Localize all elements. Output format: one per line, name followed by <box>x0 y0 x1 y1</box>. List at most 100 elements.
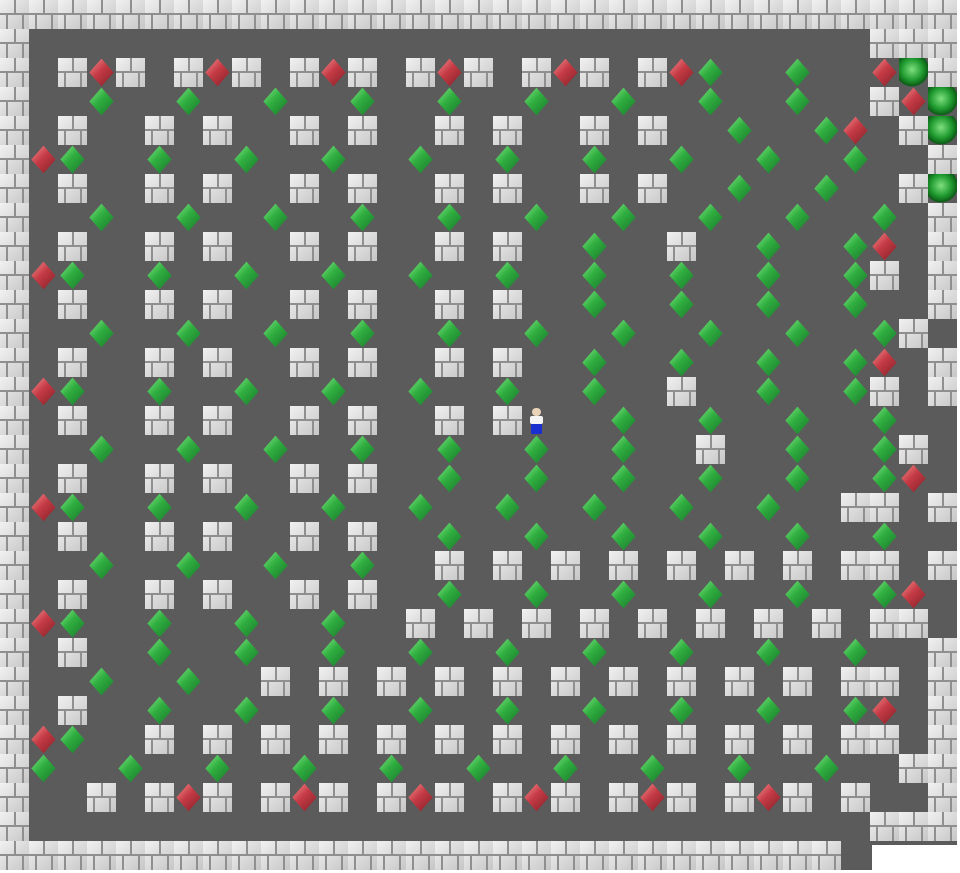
floor-tile <box>899 406 928 435</box>
floor-tile <box>580 522 609 551</box>
wall-tile <box>203 580 232 609</box>
floor-tile <box>580 725 609 754</box>
floor-tile <box>754 435 783 464</box>
floor-tile <box>812 406 841 435</box>
floor-tile <box>116 232 145 261</box>
wall-tile <box>870 812 899 841</box>
floor-tile <box>377 348 406 377</box>
wall-tile <box>377 725 406 754</box>
wall-tile <box>290 232 319 261</box>
floor-tile <box>232 812 261 841</box>
wall-tile <box>754 609 783 638</box>
floor-tile <box>232 783 261 812</box>
floor-tile <box>667 116 696 145</box>
floor-tile <box>841 754 870 783</box>
floor-tile <box>667 406 696 435</box>
floor-tile <box>638 87 667 116</box>
wall-tile <box>551 783 580 812</box>
floor-tile <box>116 522 145 551</box>
floor-tile <box>899 290 928 319</box>
wall-tile <box>725 841 754 870</box>
floor-tile <box>783 638 812 667</box>
floor-tile <box>696 377 725 406</box>
wall-tile <box>435 0 464 29</box>
floor-tile <box>203 435 232 464</box>
floor-tile <box>464 232 493 261</box>
wall-tile <box>261 841 290 870</box>
floor-tile <box>899 232 928 261</box>
floor-tile <box>145 812 174 841</box>
floor-tile <box>725 464 754 493</box>
wall-tile <box>145 232 174 261</box>
floor-tile <box>406 464 435 493</box>
floor-tile <box>29 87 58 116</box>
sokoban-game[interactable] <box>0 0 960 873</box>
floor-tile <box>116 783 145 812</box>
wall-tile <box>493 232 522 261</box>
floor-tile <box>783 29 812 58</box>
wall-tile <box>522 609 551 638</box>
wall-tile <box>899 29 928 58</box>
floor-tile <box>464 725 493 754</box>
floor-tile <box>493 29 522 58</box>
wall-tile <box>116 841 145 870</box>
floor-tile <box>754 551 783 580</box>
floor-tile <box>464 667 493 696</box>
floor-tile <box>522 174 551 203</box>
floor-tile <box>783 754 812 783</box>
floor-tile <box>493 609 522 638</box>
wall-tile <box>319 841 348 870</box>
wall-tile <box>0 261 29 290</box>
floor-tile <box>87 348 116 377</box>
floor-tile <box>841 609 870 638</box>
wall-tile <box>783 551 812 580</box>
wall-tile <box>203 116 232 145</box>
wall-tile <box>928 29 957 58</box>
floor-tile <box>174 464 203 493</box>
floor-tile <box>551 812 580 841</box>
floor-tile <box>464 783 493 812</box>
floor-tile <box>696 290 725 319</box>
wall-tile <box>667 725 696 754</box>
game-board[interactable] <box>0 0 960 873</box>
floor-tile <box>58 551 87 580</box>
wall-tile <box>290 290 319 319</box>
wall-tile <box>0 58 29 87</box>
floor-tile <box>261 261 290 290</box>
floor-tile <box>290 203 319 232</box>
floor-tile <box>899 638 928 667</box>
floor-tile <box>928 580 957 609</box>
floor-tile <box>464 261 493 290</box>
wall-tile <box>58 464 87 493</box>
wall-tile <box>435 232 464 261</box>
floor-tile <box>551 348 580 377</box>
floor-tile <box>232 174 261 203</box>
floor-tile <box>435 377 464 406</box>
wall-tile <box>435 725 464 754</box>
floor-tile <box>261 174 290 203</box>
floor-tile <box>464 493 493 522</box>
floor-tile <box>174 29 203 58</box>
floor-tile <box>841 464 870 493</box>
corner-blank <box>872 845 960 873</box>
floor-tile <box>493 812 522 841</box>
wall-tile <box>29 841 58 870</box>
player-character[interactable] <box>522 406 551 435</box>
floor-tile <box>348 145 377 174</box>
wall-tile <box>899 435 928 464</box>
wall-tile <box>928 58 957 87</box>
floor-tile <box>725 87 754 116</box>
wall-tile <box>0 638 29 667</box>
floor-tile <box>464 551 493 580</box>
floor-tile <box>232 29 261 58</box>
floor-tile <box>725 58 754 87</box>
floor-tile <box>116 290 145 319</box>
floor-tile <box>899 696 928 725</box>
floor-tile <box>551 638 580 667</box>
wall-tile <box>348 290 377 319</box>
wall-tile <box>870 0 899 29</box>
wall-tile <box>493 783 522 812</box>
wall-tile <box>0 783 29 812</box>
floor-tile <box>377 435 406 464</box>
wall-tile <box>580 609 609 638</box>
